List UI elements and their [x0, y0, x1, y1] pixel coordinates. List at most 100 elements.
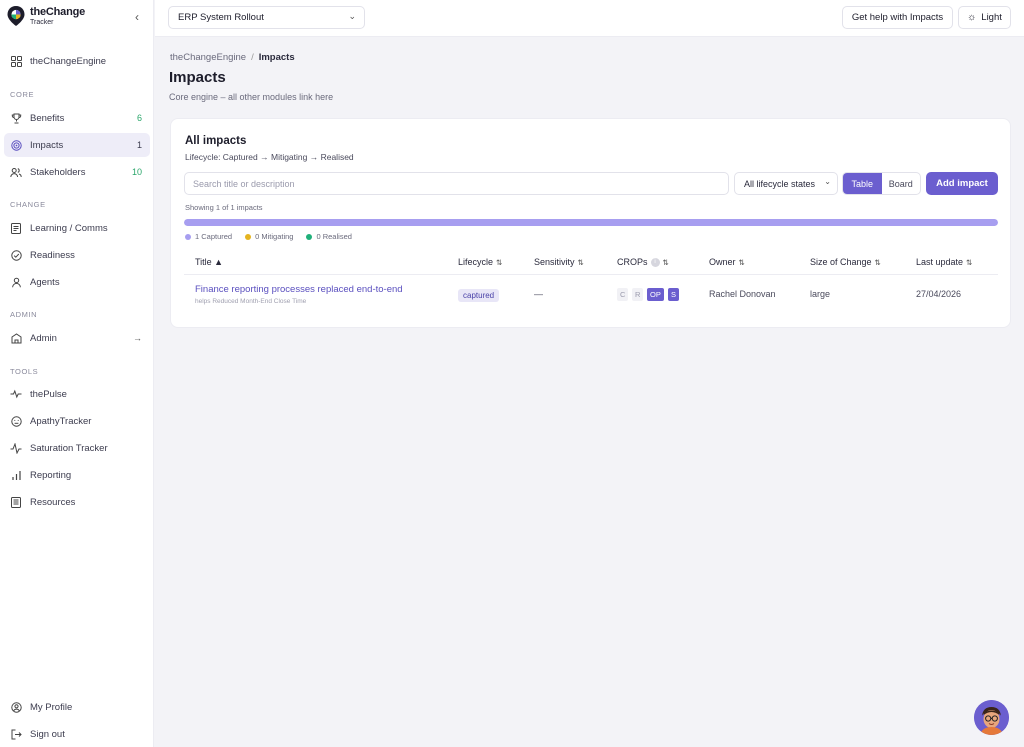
lifecycle-progress-bar [184, 219, 998, 226]
column-header-crops[interactable]: CROPs i ⇅ [617, 257, 669, 267]
sidebar-item-label: Benefits [30, 112, 65, 124]
sidebar-item-readiness[interactable]: Readiness [4, 243, 150, 267]
sidebar-item-resources[interactable]: Resources [4, 490, 150, 514]
legend-label: 0 Mitigating [255, 232, 294, 241]
sidebar-item-label: thePulse [30, 388, 67, 400]
sidebar-item-impacts[interactable]: Impacts 1 [4, 133, 150, 157]
breadcrumb: theChangeEngine / Impacts [170, 52, 295, 63]
column-label: Sensitivity [534, 257, 575, 267]
check-circle-icon [10, 249, 22, 261]
help-button[interactable]: Get help with Impacts [842, 6, 953, 29]
collapse-sidebar-chevron-icon[interactable]: ‹ [130, 9, 144, 25]
project-select-value: ERP System Rollout [178, 12, 264, 23]
owner-cell: Rachel Donovan [709, 289, 776, 299]
impact-title-link[interactable]: Finance reporting processes replaced end… [195, 284, 403, 295]
column-label: Lifecycle [458, 257, 494, 267]
add-impact-button[interactable]: Add impact [926, 172, 998, 195]
sidebar-item-label: My Profile [30, 701, 73, 713]
page-subtitle: Core engine – all other modules link her… [169, 92, 334, 102]
theme-toggle-button[interactable]: ☼ Light [958, 6, 1011, 29]
column-header-sensitivity[interactable]: Sensitivity ⇅ [534, 257, 584, 267]
legend-mitigating: 0 Mitigating [245, 232, 293, 241]
legend-captured: 1 Captured [185, 232, 232, 241]
legend-dot [306, 233, 313, 240]
sidebar-item-admin[interactable]: Admin → [4, 326, 150, 350]
pulse-icon [10, 388, 22, 400]
chevron-down-icon: ⌄ [824, 177, 831, 186]
sidebar-item-label: Reporting [30, 469, 72, 481]
breadcrumb-separator: / [251, 52, 254, 63]
brand-logo[interactable]: theChange Tracker [6, 5, 85, 27]
sidebar-item-benefits[interactable]: Benefits 6 [4, 106, 150, 130]
sidebar-item-my-profile[interactable]: My Profile [4, 695, 150, 719]
column-header-last-update[interactable]: Last update ⇅ [916, 257, 972, 267]
bar-chart-icon [10, 469, 22, 481]
sidebar-item-apathytracker[interactable]: ApathyTracker [4, 409, 150, 433]
avatar-face-icon [974, 700, 1009, 735]
project-select[interactable]: ERP System Rollout ⌄ [168, 6, 365, 29]
sidebar-item-stakeholders[interactable]: Stakeholders 10 [4, 160, 150, 184]
sidebar-item-sign-out[interactable]: Sign out [4, 722, 150, 746]
breadcrumb-root[interactable]: theChangeEngine [170, 52, 246, 63]
sidebar-item-learning-comms[interactable]: Learning / Comms [4, 216, 150, 240]
chevron-down-icon: ⌄ [348, 11, 356, 21]
sidebar-item-changeengine[interactable]: theChangeEngine [4, 49, 150, 73]
search-input[interactable] [184, 172, 729, 195]
info-icon[interactable]: i [650, 257, 660, 267]
column-header-lifecycle[interactable]: Lifecycle ⇅ [458, 257, 502, 267]
column-header-size-of-change[interactable]: Size of Change ⇅ [810, 257, 881, 267]
sun-icon: ☼ [967, 12, 977, 23]
column-label: Title ▲ [195, 257, 224, 267]
progress-fill-captured [184, 219, 998, 226]
column-header-owner[interactable]: Owner ⇅ [709, 257, 745, 267]
sidebar-item-saturation-tracker[interactable]: Saturation Tracker [4, 436, 150, 460]
sidebar-item-reporting[interactable]: Reporting [4, 463, 150, 487]
column-label: Owner [709, 257, 736, 267]
topbar: ERP System Rollout ⌄ Get help with Impac… [155, 0, 1024, 37]
sidebar-item-label: Agents [30, 276, 60, 288]
section-label-tools: TOOLS [10, 367, 39, 376]
sidebar-item-label: theChangeEngine [30, 55, 107, 67]
crop-tag-r: R [632, 288, 644, 301]
theme-label: Light [981, 12, 1002, 23]
sidebar: theChange Tracker ‹ theChangeEngine CORE… [0, 0, 154, 747]
sort-icon: ⇅ [662, 257, 669, 267]
logout-icon [10, 728, 22, 740]
map-pin-logo-icon [7, 6, 25, 26]
view-board-button[interactable]: Board [882, 173, 921, 194]
section-label-admin: ADMIN [10, 310, 38, 319]
brand-subtitle: Tracker [30, 18, 54, 26]
legend-dot [185, 233, 191, 240]
lifecycle-filter-select[interactable]: All lifecycle states ⌄ [734, 172, 838, 195]
legend-dot [245, 233, 252, 240]
crop-tag-op: OP [647, 288, 664, 301]
sidebar-item-label: Saturation Tracker [30, 442, 108, 454]
sidebar-item-label: Learning / Comms [30, 222, 108, 234]
sidebar-item-agents[interactable]: Agents [4, 270, 150, 294]
trophy-icon [10, 112, 22, 124]
grid-icon [10, 55, 22, 67]
lifecycle-badge: captured [458, 289, 500, 302]
user-circle-icon [10, 701, 22, 713]
impacts-card: All impacts Lifecycle: Captured → Mitiga… [170, 118, 1011, 328]
sidebar-item-thepulse[interactable]: thePulse [4, 382, 150, 406]
document-icon [10, 222, 22, 234]
legend-realised: 0 Realised [306, 232, 352, 241]
view-table-button[interactable]: Table [843, 173, 882, 194]
sensitivity-cell: — [534, 289, 543, 299]
brand-title: theChange [30, 5, 86, 18]
section-label-core: CORE [10, 90, 35, 99]
sidebar-item-label: Impacts [30, 139, 64, 151]
sidebar-item-label: Sign out [30, 728, 65, 740]
lifecycle-filter-value: All lifecycle states [744, 178, 816, 189]
column-label: CROPs [617, 257, 648, 267]
column-label: Size of Change [810, 257, 872, 267]
assistant-avatar[interactable] [974, 700, 1009, 735]
size-cell: large [810, 289, 831, 299]
legend-label: 0 Realised [316, 232, 352, 241]
page-title: Impacts [169, 69, 226, 86]
count-badge: 10 [131, 167, 142, 177]
lifecycle-legend: 1 Captured 0 Mitigating 0 Realised [185, 232, 365, 241]
column-header-title[interactable]: Title ▲ [195, 257, 223, 267]
sort-icon: ⇅ [966, 257, 973, 267]
